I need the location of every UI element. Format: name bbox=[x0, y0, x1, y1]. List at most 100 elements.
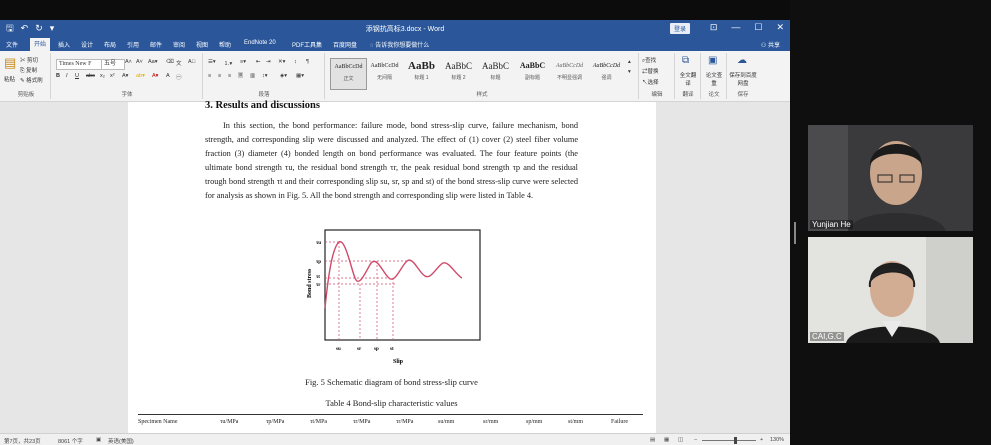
styles-scroll-up-icon[interactable]: ▴ bbox=[628, 59, 631, 65]
page-count[interactable]: 第7页，共23页 bbox=[4, 437, 41, 445]
paper-check-icon[interactable]: ▣ bbox=[708, 55, 717, 66]
align-right-button[interactable]: ≡ bbox=[228, 73, 231, 79]
tab-file[interactable]: 文件 bbox=[6, 40, 18, 49]
tab-home[interactable]: 开始 bbox=[30, 38, 51, 51]
chinese-layout-button[interactable]: ✕▾ bbox=[278, 59, 285, 65]
tab-view[interactable]: 视图 bbox=[196, 40, 208, 49]
grow-font-button[interactable]: A˄ bbox=[125, 59, 132, 65]
minimize-button[interactable]: — bbox=[731, 22, 740, 33]
col-failure: Failure bbox=[611, 419, 628, 425]
shading-button[interactable]: ◈▾ bbox=[280, 73, 287, 79]
save-icon[interactable]: 🖫 bbox=[6, 23, 14, 33]
paste-icon[interactable]: ▤ bbox=[4, 55, 16, 71]
phonetic-guide-button[interactable]: 文 bbox=[176, 59, 182, 67]
highlight-button[interactable]: ab▾ bbox=[136, 73, 145, 79]
language[interactable]: 英语(美国) bbox=[108, 437, 134, 445]
align-center-button[interactable]: ≡ bbox=[218, 73, 221, 79]
enclose-char-button[interactable]: ㊀ bbox=[176, 73, 182, 81]
tab-insert[interactable]: 插入 bbox=[58, 40, 70, 49]
customize-qat-icon[interactable]: ▾ bbox=[50, 23, 55, 33]
style-tile-subtitle[interactable]: AaBbC 副标题 bbox=[515, 58, 550, 88]
cut-button[interactable]: ✂ 剪切 bbox=[20, 56, 38, 64]
vertical-scrollbar[interactable] bbox=[782, 104, 788, 430]
proofing-icon[interactable]: ▣ bbox=[96, 437, 101, 443]
signin-button[interactable]: 登录 bbox=[670, 23, 691, 34]
tab-review[interactable]: 审阅 bbox=[173, 40, 185, 49]
tab-layout[interactable]: 布局 bbox=[104, 40, 116, 49]
line-spacing-button[interactable]: ↕▾ bbox=[262, 73, 268, 79]
strikethrough-button[interactable]: abc bbox=[86, 73, 95, 79]
sort-button[interactable]: ↕ bbox=[294, 59, 297, 65]
translate-icon[interactable]: ⧉ bbox=[682, 55, 689, 66]
tab-mailings[interactable]: 邮件 bbox=[150, 40, 162, 49]
close-button[interactable]: ✕ bbox=[776, 22, 784, 33]
clear-formatting-button[interactable]: ⌫ bbox=[166, 59, 174, 65]
char-shading-button[interactable]: A bbox=[166, 73, 170, 79]
text-effects-button[interactable]: A▾ bbox=[122, 73, 128, 79]
participant-tile[interactable]: CAI,G.C bbox=[808, 237, 973, 343]
styles-scroll-down-icon[interactable]: ▾ bbox=[628, 69, 631, 75]
font-size-box[interactable]: 五号 bbox=[101, 59, 125, 70]
print-layout-icon[interactable]: ▦ bbox=[664, 437, 669, 443]
subscript-button[interactable]: x₂ bbox=[100, 73, 105, 79]
paste-button[interactable]: 粘贴 bbox=[4, 75, 15, 83]
shrink-font-button[interactable]: A˅ bbox=[136, 59, 143, 65]
zoom-level[interactable]: 130% bbox=[770, 437, 784, 443]
participant-tile[interactable]: Yunjian He bbox=[808, 125, 973, 231]
undo-icon[interactable]: ↶ bbox=[21, 23, 29, 33]
redo-icon[interactable]: ↻ bbox=[35, 23, 43, 33]
style-tile-normal[interactable]: AaBbCcDd 正文 bbox=[330, 58, 367, 90]
replace-button[interactable]: ⇄替换 bbox=[642, 67, 659, 75]
bullets-button[interactable]: ☰▾ bbox=[208, 59, 216, 65]
justify-button[interactable]: ≡ bbox=[238, 72, 244, 78]
font-color-button[interactable]: A▾ bbox=[152, 73, 158, 79]
tell-me-search[interactable]: ◌ 告诉我你想要做什么 bbox=[370, 40, 429, 49]
style-tile-heading-1[interactable]: AaBb 标题 1 bbox=[404, 58, 439, 88]
zoom-out-icon[interactable]: − bbox=[694, 437, 697, 443]
pane-splitter[interactable] bbox=[794, 222, 796, 244]
change-case-button[interactable]: Aa▾ bbox=[148, 59, 158, 65]
web-layout-icon[interactable]: ◫ bbox=[678, 437, 683, 443]
show-marks-button[interactable]: ¶ bbox=[306, 59, 309, 65]
borders-button[interactable]: ▦▾ bbox=[296, 73, 304, 79]
full-translate-button[interactable]: 全文翻译 bbox=[679, 71, 697, 87]
cloud-save-icon[interactable]: ☁ bbox=[737, 55, 747, 66]
tab-pdf-tools[interactable]: PDF工具集 bbox=[292, 40, 322, 49]
bold-button[interactable]: B bbox=[56, 73, 60, 79]
format-painter-button[interactable]: ✎ 格式刷 bbox=[20, 76, 43, 84]
style-tile-subtle-emphasis[interactable]: AaBbCcDd 不明显强调 bbox=[552, 58, 587, 88]
tab-baidu-netdisk[interactable]: 百度网盘 bbox=[333, 40, 357, 49]
copy-button[interactable]: ⎘ 复制 bbox=[20, 66, 37, 75]
zoom-slider[interactable] bbox=[702, 440, 756, 441]
style-tile-no-spacing[interactable]: AaBbCcDd 无间隔 bbox=[367, 58, 402, 88]
maximize-button[interactable]: ☐ bbox=[754, 22, 762, 33]
find-button[interactable]: ⌕查找 bbox=[642, 56, 656, 65]
numbering-button[interactable]: ⒈▾ bbox=[224, 59, 232, 67]
style-tile-title[interactable]: AaBbC 标题 bbox=[478, 58, 513, 88]
style-tile-emphasis[interactable]: AaBbCcDd 强调 bbox=[589, 58, 624, 88]
zoom-slider-thumb[interactable] bbox=[734, 437, 737, 444]
increase-indent-button[interactable]: ⇥ bbox=[266, 59, 271, 65]
tab-references[interactable]: 引用 bbox=[127, 40, 139, 49]
share-button[interactable]: ⚇ 共享 bbox=[761, 40, 780, 49]
ribbon-display-options-icon[interactable]: ⊡ bbox=[710, 22, 718, 33]
tab-help[interactable]: 帮助 bbox=[219, 40, 231, 49]
superscript-button[interactable]: x² bbox=[110, 73, 115, 79]
decrease-indent-button[interactable]: ⇤ bbox=[256, 59, 261, 65]
select-button[interactable]: ↖选择 bbox=[642, 78, 659, 86]
align-left-button[interactable]: ≡ bbox=[208, 73, 211, 79]
read-mode-icon[interactable]: ▤ bbox=[650, 437, 655, 443]
zoom-in-icon[interactable]: + bbox=[760, 437, 763, 443]
style-tile-heading-2[interactable]: AaBbC 标题 2 bbox=[441, 58, 476, 88]
underline-button[interactable]: U bbox=[75, 73, 79, 79]
distributed-button[interactable]: ▥ bbox=[250, 73, 255, 79]
font-name-box[interactable]: Times New F bbox=[56, 59, 102, 70]
tab-endnote[interactable]: EndNote 20 bbox=[244, 40, 276, 46]
tab-design[interactable]: 设计 bbox=[81, 40, 93, 49]
italic-button[interactable]: I bbox=[66, 73, 68, 79]
word-count[interactable]: 8061 个字 bbox=[58, 437, 83, 445]
char-border-button[interactable]: A⃞ bbox=[188, 59, 196, 65]
paper-check-button[interactable]: 论文查重 bbox=[705, 71, 723, 87]
save-to-baidu-button[interactable]: 保存到百度网盘 bbox=[729, 71, 757, 87]
multilevel-list-button[interactable]: ≡▾ bbox=[240, 59, 246, 65]
